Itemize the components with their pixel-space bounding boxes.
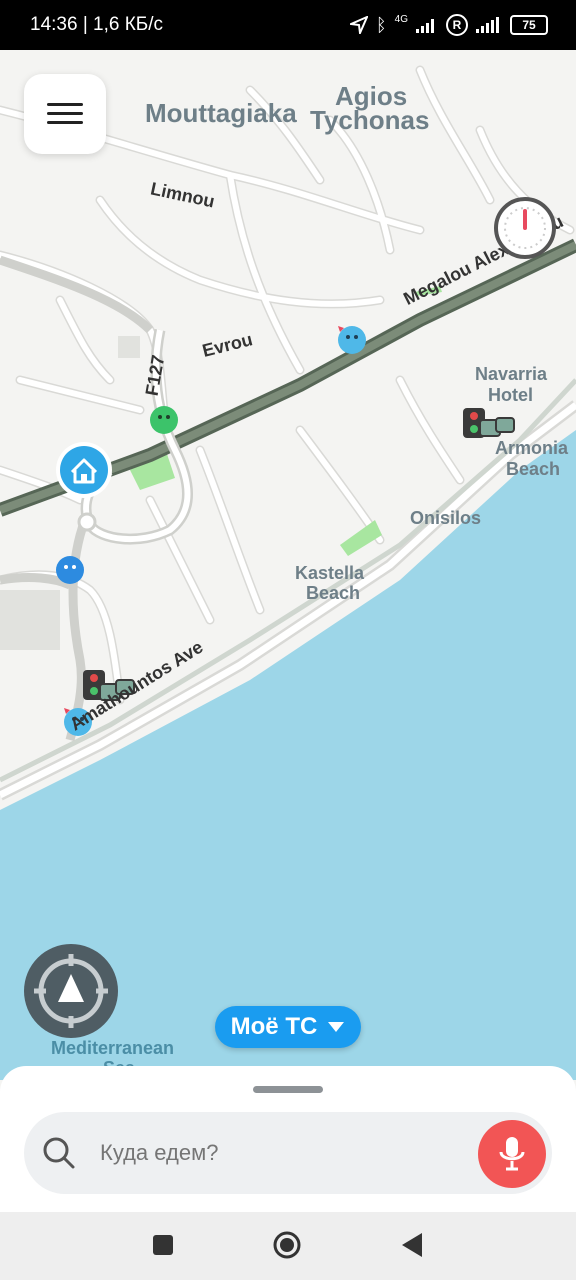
signal-icon xyxy=(416,19,434,33)
signal-icon-2 xyxy=(476,17,499,33)
home-button[interactable] xyxy=(272,1230,302,1265)
battery-level: 75 xyxy=(522,18,536,32)
map-canvas[interactable] xyxy=(0,50,576,1080)
back-button[interactable] xyxy=(400,1232,424,1263)
search-input[interactable] xyxy=(100,1112,460,1194)
status-time: 14:36 | 1,6 КБ/с xyxy=(30,14,164,35)
label-mouttagiaka: Mouttagiaka xyxy=(145,98,297,128)
network-type: 4G xyxy=(394,13,408,25)
hamburger-icon xyxy=(47,103,83,125)
speedometer-icon[interactable] xyxy=(494,197,556,259)
wazer-icon-3[interactable] xyxy=(56,556,84,584)
status-icons: ⏰ ᛒ 4G R 75 xyxy=(349,13,548,36)
label-armonia-1: Armonia xyxy=(495,438,569,458)
label-kastella-2: Beach xyxy=(306,583,361,603)
wazer-icon-1[interactable] xyxy=(338,326,366,354)
battery-icon: 75 xyxy=(510,15,548,35)
sheet-handle[interactable] xyxy=(253,1086,323,1093)
status-bar: 14:36 | 1,6 КБ/с ⏰ ᛒ 4G R 75 xyxy=(0,0,576,50)
building-block xyxy=(0,590,60,650)
label-onisilos: Onisilos xyxy=(410,508,482,528)
label-kastella-1: Kastella xyxy=(295,563,365,583)
wazer-icon-2[interactable] xyxy=(150,406,178,434)
microphone-button[interactable] xyxy=(478,1120,546,1188)
label-mediterranean: Mediterranean xyxy=(51,1038,175,1058)
roaming-label: R xyxy=(452,18,462,32)
label-navarria-1: Navarria xyxy=(475,364,548,384)
navigation-arrow-icon xyxy=(34,954,108,1028)
bottom-sheet[interactable] xyxy=(0,1066,576,1216)
location-arrow-icon xyxy=(349,16,368,34)
circle-icon xyxy=(273,1231,301,1259)
bluetooth-icon: ᛒ xyxy=(375,14,387,35)
square-icon xyxy=(153,1235,173,1255)
menu-button[interactable] xyxy=(24,74,106,154)
map-view[interactable]: Mouttagiaka Agios Tychonas Limnou Evrou … xyxy=(0,50,576,1080)
recent-apps-button[interactable] xyxy=(152,1234,174,1261)
system-nav-bar xyxy=(0,1212,576,1280)
label-armonia-2: Beach xyxy=(506,459,561,479)
vehicle-label: Моё ТС xyxy=(230,1013,318,1040)
microphone-icon xyxy=(499,1137,525,1171)
label-tychonas: Tychonas xyxy=(310,105,430,135)
recenter-button[interactable] xyxy=(24,944,118,1038)
search-icon xyxy=(43,1137,75,1169)
label-navarria-2: Hotel xyxy=(488,385,533,405)
chevron-down-icon xyxy=(328,1022,345,1032)
roaming-icon: R xyxy=(446,14,468,36)
search-bar[interactable] xyxy=(24,1112,552,1194)
triangle-back-icon xyxy=(402,1233,422,1257)
vehicle-selector-button[interactable]: Моё ТС xyxy=(215,1006,361,1048)
home-marker[interactable] xyxy=(56,442,112,498)
